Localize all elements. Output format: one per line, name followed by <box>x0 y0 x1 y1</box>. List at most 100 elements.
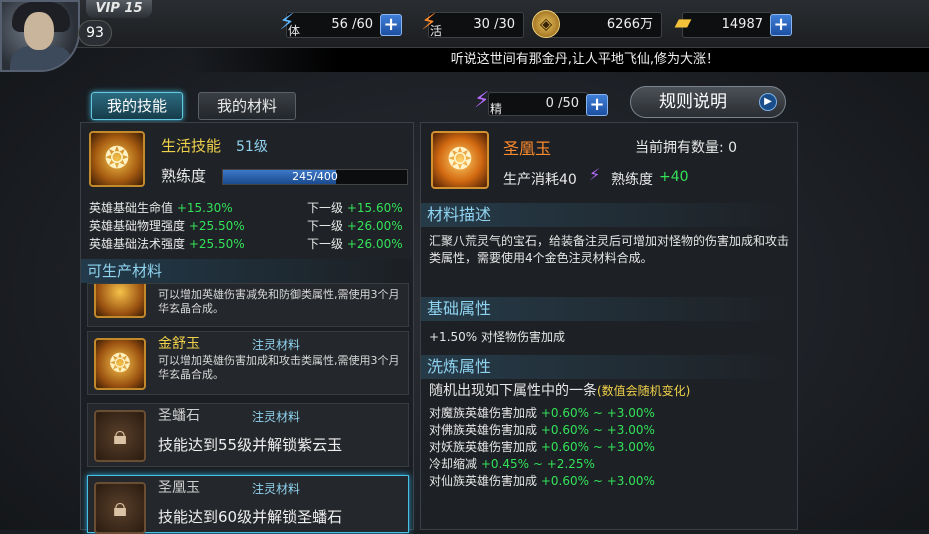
detail-panel: ❂ 圣凰玉 当前拥有数量: 0 生产消耗40 ⚡ 熟练度 +40 材料描述 汇聚… <box>420 122 798 530</box>
refine-sep: ~ <box>592 423 603 437</box>
item-type: 注灵材料 <box>252 410 301 424</box>
tab-my-skills[interactable]: 我的技能 <box>91 92 183 120</box>
coin-icon: ◈ <box>532 10 560 38</box>
refine-sep: ~ <box>592 406 603 420</box>
production-cost: 生产消耗40 <box>503 172 577 188</box>
player-level: 93 <box>78 20 112 46</box>
vitality-stat: 30 /30 ⚡ 活 <box>414 8 524 38</box>
gold-stat: 14987 ▰ + <box>668 8 794 38</box>
refine-label: 冷却缩减 <box>429 457 478 471</box>
refine-row: 对佛族英雄伤害加成 +0.60% ~ +3.00% <box>429 422 655 439</box>
bonus-value: +25.50% <box>188 219 245 233</box>
item-desc: 可以增加英雄伤害减免和防御类属性,需使用3个月华玄晶合成。 <box>158 288 400 315</box>
refine-row: 冷却缩减 +0.45% ~ +2.25% <box>429 456 595 473</box>
producible-header: 可生产材料 <box>81 259 413 283</box>
refine-row: 对魔族英雄伤害加成 +0.60% ~ +3.00% <box>429 405 655 422</box>
phoenix-jade-icon: ❂ <box>431 131 489 189</box>
bonus-next-value: +26.00% <box>346 237 403 251</box>
life-skill-icon: ❂ <box>89 131 145 187</box>
rules-button-label: 规则说明 <box>659 92 727 112</box>
bonus-row: 英雄基础物理强度 +25.50% 下一级 +26.00% <box>89 217 409 235</box>
gold-ingot-icon: ▰ <box>674 10 692 35</box>
bonus-label: 英雄基础生命值 <box>89 201 174 215</box>
left-panel: ❂ 生活技能 51级 熟练度 245/400 英雄基础生命值 +15.30% 下一… <box>80 122 414 534</box>
refine-note: (数值会随机变化) <box>597 384 691 398</box>
add-gold-button[interactable]: + <box>770 14 792 36</box>
proficiency-text: 245/400 <box>292 170 338 183</box>
add-jing-button[interactable]: + <box>586 94 608 116</box>
item-name: 圣蟠石 <box>158 408 200 424</box>
jing-stat: 0 /50 ⚡ 精 + <box>474 88 614 118</box>
refine-sep: ~ <box>592 440 603 454</box>
refine-max: +3.00% <box>606 423 655 437</box>
tab-my-materials[interactable]: 我的材料 <box>198 92 296 120</box>
refine-row: 对仙族英雄伤害加成 +0.60% ~ +3.00% <box>429 473 655 490</box>
bonus-next-label: 下一级 <box>307 237 344 251</box>
vip-badge: VIP 15 <box>86 0 152 18</box>
announcement-marquee: 听说这世间有那金丹,让人平地飞仙,修为大涨！ <box>190 48 929 72</box>
unlock-requirement: 技能达到60级并解锁圣蟠石 <box>158 508 343 526</box>
arrow-right-icon: ▶ <box>759 93 777 111</box>
proficiency-label: 熟练度 <box>161 167 207 185</box>
refine-intro: 随机出现如下属性中的一条(数值会随机变化) <box>429 383 690 400</box>
item-type: 注灵材料 <box>252 338 301 352</box>
refine-min: +0.60% <box>540 474 590 488</box>
item-type: 注灵材料 <box>252 482 301 496</box>
list-item[interactable]: 可以增加英雄伤害减免和防御类属性,需使用3个月华玄晶合成。 <box>87 283 409 327</box>
unlock-requirement: 技能达到55级并解锁紫云玉 <box>158 436 343 454</box>
refine-sep: ~ <box>592 474 603 488</box>
refine-label: 对魔族英雄伤害加成 <box>429 406 538 420</box>
refine-header: 洗炼属性 <box>421 355 797 379</box>
lock-icon: 🔒︎ <box>94 410 146 462</box>
bonus-next-value: +26.00% <box>346 219 403 233</box>
refine-intro-text: 随机出现如下属性中的一条 <box>429 383 597 399</box>
material-description: 汇聚八荒灵气的宝石，给装备注灵后可增加对怪物的伤害加成和攻击类属性，需要使用4个… <box>429 234 790 265</box>
jing-label: 精 <box>490 102 503 116</box>
refine-min: +0.60% <box>540 423 590 437</box>
owned-count: 当前拥有数量: 0 <box>635 140 738 156</box>
vitality-label: 活 <box>430 24 443 38</box>
refine-label: 对妖族英雄伤害加成 <box>429 440 538 454</box>
refine-min: +0.60% <box>540 440 590 454</box>
detail-name: 圣凰玉 <box>503 139 552 158</box>
bonus-next-label: 下一级 <box>307 201 344 215</box>
refine-min: +0.60% <box>540 406 590 420</box>
bonus-value: +25.50% <box>188 237 245 251</box>
stamina-stat: 56 /60 ⚡ 体 + <box>272 8 404 38</box>
gem-icon: ❂ <box>94 338 146 390</box>
coin-stat: 6266万 ◈ <box>532 8 662 38</box>
detail-prof-label: 熟练度 <box>611 172 653 188</box>
proficiency-bar: 245/400 <box>222 169 408 185</box>
bonus-value: +15.30% <box>176 201 233 215</box>
list-item[interactable]: 🔒︎ 圣蟠石 注灵材料 技能达到55级并解锁紫云玉 <box>87 403 409 467</box>
item-desc: 可以增加英雄伤害加成和攻击类属性,需使用3个月华玄晶合成。 <box>158 354 400 381</box>
jing-icon: ⚡ <box>474 88 490 113</box>
skill-level: 51级 <box>236 139 268 155</box>
coin-value: 6266万 <box>546 12 662 38</box>
refine-max: +3.00% <box>606 406 655 420</box>
bonus-row: 英雄基础法术强度 +25.50% 下一级 +26.00% <box>89 235 409 253</box>
base-header: 基础属性 <box>421 297 797 321</box>
bonus-next-label: 下一级 <box>307 219 344 233</box>
refine-label: 对仙族英雄伤害加成 <box>429 474 538 488</box>
list-item-selected[interactable]: 🔒︎ 圣凰玉 注灵材料 技能达到60级并解锁圣蟠石 <box>87 475 409 534</box>
bonus-label: 英雄基础法术强度 <box>89 237 186 251</box>
gem-icon <box>94 284 146 318</box>
jing-value: 0 /50 <box>488 92 588 116</box>
avatar[interactable] <box>0 0 80 72</box>
stamina-label: 体 <box>288 24 301 38</box>
refine-max: +3.00% <box>606 474 655 488</box>
rules-button[interactable]: 规则说明 ▶ <box>630 86 786 118</box>
base-attribute: +1.50% 对怪物伤害加成 <box>429 330 565 344</box>
lock-icon: 🔒︎ <box>94 482 146 534</box>
desc-header: 材料描述 <box>421 203 797 227</box>
list-item[interactable]: ❂ 金舒玉 注灵材料 可以增加英雄伤害加成和攻击类属性,需使用3个月华玄晶合成。 <box>87 331 409 395</box>
skill-header: ❂ 生活技能 51级 熟练度 245/400 英雄基础生命值 +15.30% 下一… <box>81 123 413 281</box>
refine-max: +2.25% <box>546 457 595 471</box>
refine-min: +0.45% <box>480 457 530 471</box>
bonus-row: 英雄基础生命值 +15.30% 下一级 +15.60% <box>89 199 409 217</box>
refine-row: 对妖族英雄伤害加成 +0.60% ~ +3.00% <box>429 439 655 456</box>
refine-label: 对佛族英雄伤害加成 <box>429 423 538 437</box>
jing-icon: ⚡ <box>589 165 601 184</box>
add-stamina-button[interactable]: + <box>380 14 402 36</box>
